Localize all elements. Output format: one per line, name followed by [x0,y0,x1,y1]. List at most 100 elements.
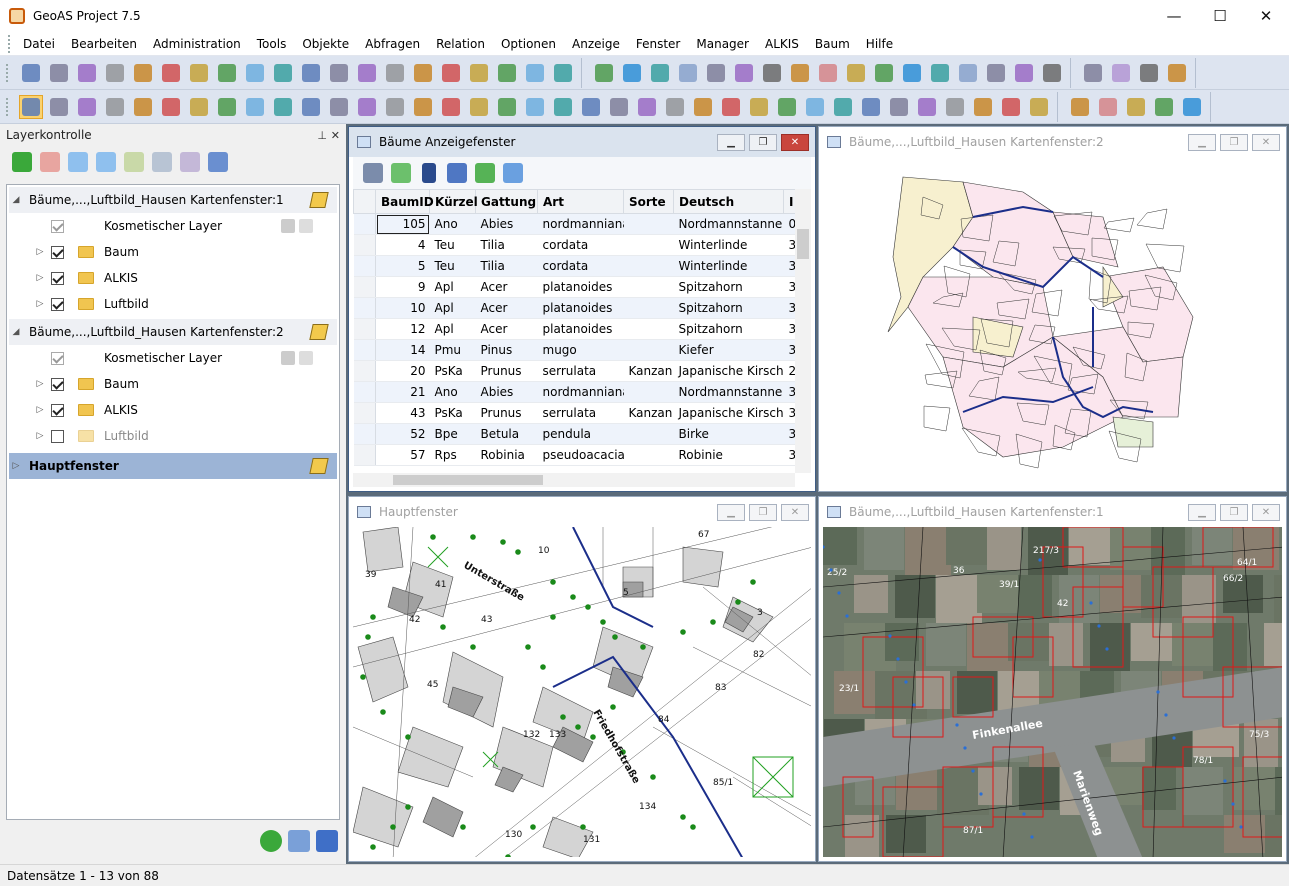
table-cell[interactable]: Bpe [429,423,476,445]
table-cell[interactable]: Apl [429,276,476,298]
table-cell[interactable]: Tilia [475,255,538,277]
table-cell[interactable] [623,339,674,361]
table-row[interactable]: 5TeuTiliacordata Winterlinde3 [353,255,795,277]
tree-point[interactable] [650,774,656,780]
tree-point[interactable] [550,614,556,620]
map-group-icon[interactable] [309,324,329,340]
table-cell[interactable]: 0 [783,213,795,235]
legend-icon[interactable] [831,95,855,119]
table-row[interactable]: 52BpeBetulapendula Birke3 [353,423,795,445]
table-cell[interactable]: 9 [375,276,430,298]
form-icon[interactable] [327,61,351,85]
remove-layer-icon[interactable] [38,150,62,174]
table-cell[interactable]: Spitzahorn [673,297,784,319]
maximize-button[interactable]: ☐ [1197,0,1243,32]
row-header[interactable] [353,444,376,466]
table-cell[interactable]: nordmanniana [537,213,624,235]
table-cell[interactable]: Winterlinde [673,255,784,277]
disk-icon[interactable] [971,95,995,119]
menu-objekte[interactable]: Objekte [294,32,357,56]
table-cell[interactable]: Prunus [475,402,538,424]
ruler-icon[interactable] [551,95,575,119]
fit-icon[interactable] [1109,61,1133,85]
expand-arrow-icon[interactable]: ▷ [33,405,47,415]
house-icon[interactable] [747,95,771,119]
rectangle-icon[interactable] [760,61,784,85]
menu-fenster[interactable]: Fenster [628,32,689,56]
tree-point[interactable] [530,824,536,830]
tree-point[interactable] [405,804,411,810]
layer-visibility-checkbox[interactable] [51,351,64,365]
line-icon[interactable] [620,61,644,85]
panel-help-icon[interactable] [316,830,338,852]
settings-icon[interactable] [1180,95,1204,119]
main-minimize-button[interactable]: ▁ [717,504,745,521]
layer-visibility-checkbox[interactable] [51,245,64,259]
expand-arrow-icon[interactable]: ▷ [33,247,47,257]
layer-visibility-checkbox[interactable] [51,403,64,417]
tree-layer[interactable]: ▷ Baum [7,371,339,397]
column-header-kürzel[interactable]: Kürzel [429,189,478,214]
print-icon[interactable] [47,61,71,85]
search-icon[interactable] [1165,61,1189,85]
row-header[interactable] [353,339,376,361]
column-header-i[interactable]: I [783,189,795,214]
table-cell[interactable] [623,444,674,466]
zoom-in-icon[interactable] [271,95,295,119]
table-cell[interactable]: pendula [537,423,624,445]
collapse-arrow-icon[interactable]: ◢ [9,327,23,337]
sort-az-icon[interactable] [495,61,519,85]
table-cell[interactable]: cordata [537,255,624,277]
tree-point[interactable] [430,534,436,540]
tree-point[interactable] [370,614,376,620]
table-cell[interactable]: platanoides [537,297,624,319]
table-cell[interactable]: 5 [375,255,430,277]
table-cell[interactable]: 20 [375,360,430,382]
table-horizontal-scrollbar[interactable] [353,473,795,487]
layer-visibility-checkbox[interactable] [51,219,64,233]
column-header-baumid[interactable]: BaumID [375,189,434,214]
save-map-icon[interactable] [719,95,743,119]
main-map-titlebar[interactable]: Hauptfenster ▁ ❐ ✕ [349,497,815,527]
layer-edit-icon[interactable] [206,150,230,174]
table-cell[interactable]: Prunus [475,360,538,382]
table-cell[interactable]: 52 [375,423,430,445]
columns-icon[interactable] [501,161,525,185]
row-header[interactable] [353,276,376,298]
map-group-icon[interactable] [309,192,329,208]
table-minimize-button[interactable]: ▁ [717,134,745,151]
apply-icon[interactable] [260,830,282,852]
sync-icon[interactable] [389,161,413,185]
table-row[interactable]: 4TeuTiliacordata Winterlinde3 [353,234,795,256]
expand-arrow-icon[interactable]: ▷ [9,461,23,471]
select-line-icon[interactable] [131,95,155,119]
map2-minimize-button[interactable]: ▁ [1188,134,1216,151]
tree-group-main[interactable]: ▷ Hauptfenster [9,453,337,479]
table-cell[interactable]: 3 [783,423,795,445]
undo-icon[interactable] [187,61,211,85]
table-cell[interactable]: Betula [475,423,538,445]
table-cell[interactable]: Abies [475,381,538,403]
table-cell[interactable]: Nordmannstanne [673,381,784,403]
table-cell[interactable] [623,297,674,319]
table-cell[interactable]: Japanische Kirsche [673,402,784,424]
tree-point[interactable] [690,824,696,830]
table-cell[interactable]: 3 [783,444,795,466]
table-row[interactable]: 20 PsKa Prunus serrulata Kanzan Japanische Ki… [353,360,795,382]
table-cell[interactable]: 3 [783,234,795,256]
close-panel-icon[interactable]: ✕ [331,129,340,142]
row-header[interactable] [353,213,376,235]
tree-point[interactable] [550,579,556,585]
folder-add-icon[interactable] [1068,95,1092,119]
row-header[interactable] [353,297,376,319]
tag-icon[interactable] [467,95,491,119]
table-row[interactable]: 43 PsKa Prunus serrulata Kanzan Japanische Ki… [353,402,795,424]
stamp-icon[interactable] [691,95,715,119]
table-cell[interactable]: nordmanniana [537,381,624,403]
table-cell[interactable]: Teu [429,234,476,256]
row-header[interactable] [353,402,376,424]
folder-open-icon[interactable] [1124,95,1148,119]
table-cell[interactable]: Nordmannstanne [673,213,784,235]
table-cell[interactable]: Kiefer [673,339,784,361]
layer-style-icon[interactable] [178,150,202,174]
